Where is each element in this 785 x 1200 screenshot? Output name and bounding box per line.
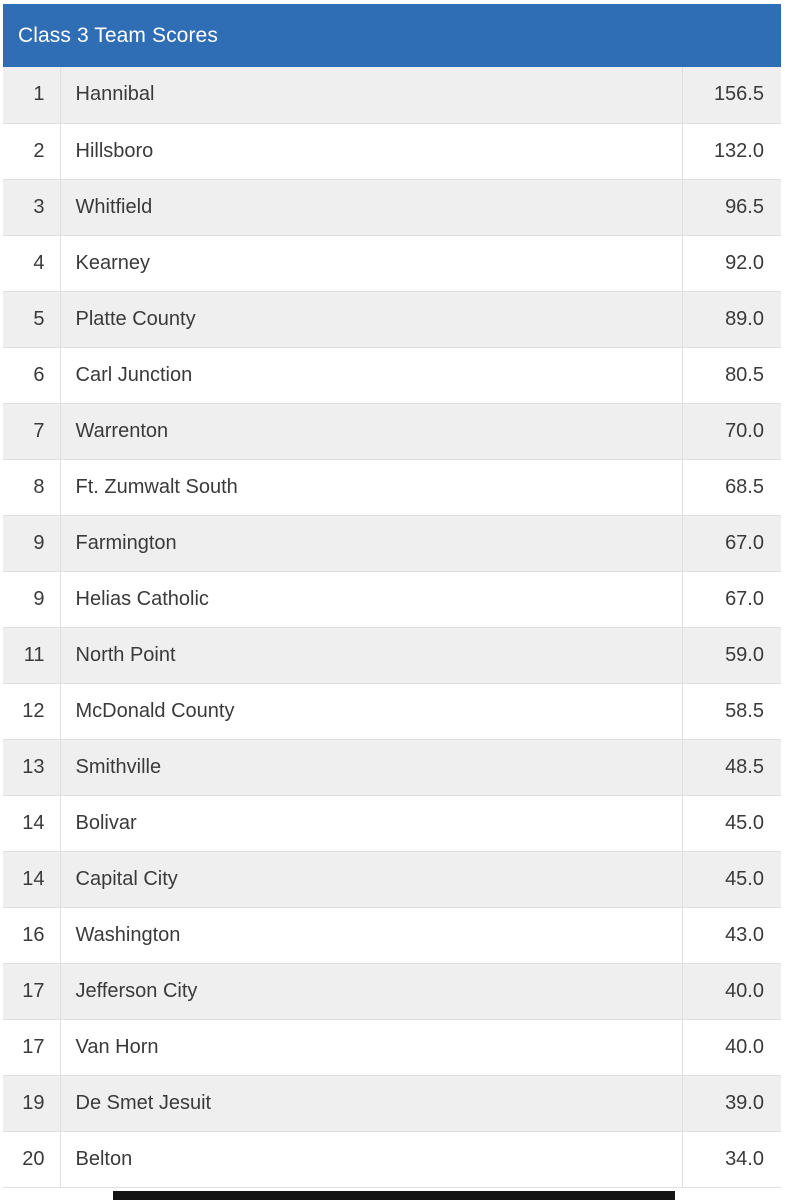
rank-cell: 4 (3, 235, 61, 292)
team-name-cell: Hannibal (60, 67, 683, 124)
team-name-cell: Washington (60, 907, 683, 964)
team-name-cell: Kearney (60, 235, 683, 292)
rank-cell: 1 (3, 67, 61, 124)
score-cell: 80.5 (682, 347, 781, 404)
rank-cell: 20 (3, 1131, 61, 1188)
rank-cell: 12 (3, 683, 61, 740)
score-cell: 48.5 (682, 739, 781, 796)
score-cell: 96.5 (682, 179, 781, 236)
score-cell: 92.0 (682, 235, 781, 292)
rank-cell: 6 (3, 347, 61, 404)
horizontal-scrollbar-thumb[interactable] (113, 1191, 675, 1200)
score-cell: 132.0 (682, 123, 781, 180)
team-name-cell: Helias Catholic (60, 571, 683, 628)
score-cell: 39.0 (682, 1075, 781, 1132)
team-name-cell: De Smet Jesuit (60, 1075, 683, 1132)
team-name-cell: Whitfield (60, 179, 683, 236)
score-cell: 43.0 (682, 907, 781, 964)
team-name-cell: Warrenton (60, 403, 683, 460)
rank-cell: 7 (3, 403, 61, 460)
team-name-cell: Ft. Zumwalt South (60, 459, 683, 516)
rank-cell: 14 (3, 851, 61, 908)
team-scores-body: 1 Hannibal 156.5 2 Hillsboro 132.0 3 Whitfield 9… (3, 67, 781, 1188)
table-row: 17 Van Horn 40.0 (3, 1019, 781, 1076)
horizontal-scrollbar-track[interactable] (0, 1189, 785, 1200)
table-row: 14 Bolivar 45.0 (3, 795, 781, 852)
score-cell: 45.0 (682, 795, 781, 852)
team-name-cell: Bolivar (60, 795, 683, 852)
table-row: 16 Washington 43.0 (3, 907, 781, 964)
rank-cell: 11 (3, 627, 61, 684)
rank-cell: 5 (3, 291, 61, 348)
table-row: 11 North Point 59.0 (3, 627, 781, 684)
team-name-cell: Belton (60, 1131, 683, 1188)
team-name-cell: Farmington (60, 515, 683, 572)
score-cell: 34.0 (682, 1131, 781, 1188)
rank-cell: 16 (3, 907, 61, 964)
score-cell: 68.5 (682, 459, 781, 516)
page-root: Class 3 Team Scores 1 Hannibal 156.5 2 Hills… (0, 0, 785, 1200)
score-cell: 59.0 (682, 627, 781, 684)
table-row: 7 Warrenton 70.0 (3, 403, 781, 460)
table-row: 1 Hannibal 156.5 (3, 67, 781, 124)
table-row: 13 Smithville 48.5 (3, 739, 781, 796)
table-header-bar: Class 3 Team Scores (3, 4, 781, 67)
team-name-cell: Smithville (60, 739, 683, 796)
table-row: 9 Helias Catholic 67.0 (3, 571, 781, 628)
rank-cell: 19 (3, 1075, 61, 1132)
table-row: 6 Carl Junction 80.5 (3, 347, 781, 404)
score-cell: 156.5 (682, 67, 781, 124)
team-name-cell: Van Horn (60, 1019, 683, 1076)
rank-cell: 9 (3, 515, 61, 572)
table-row: 3 Whitfield 96.5 (3, 179, 781, 236)
team-name-cell: Platte County (60, 291, 683, 348)
score-cell: 89.0 (682, 291, 781, 348)
scores-card: Class 3 Team Scores 1 Hannibal 156.5 2 Hills… (3, 4, 781, 1188)
rank-cell: 17 (3, 963, 61, 1020)
rank-cell: 2 (3, 123, 61, 180)
page-title: Class 3 Team Scores (18, 24, 218, 47)
team-scores-table: 1 Hannibal 156.5 2 Hillsboro 132.0 3 Whitfield 9… (3, 67, 781, 1188)
score-cell: 67.0 (682, 571, 781, 628)
rank-cell: 8 (3, 459, 61, 516)
team-name-cell: Carl Junction (60, 347, 683, 404)
score-cell: 67.0 (682, 515, 781, 572)
score-cell: 45.0 (682, 851, 781, 908)
team-name-cell: McDonald County (60, 683, 683, 740)
team-name-cell: Capital City (60, 851, 683, 908)
table-row: 8 Ft. Zumwalt South 68.5 (3, 459, 781, 516)
table-row: 20 Belton 34.0 (3, 1131, 781, 1188)
team-name-cell: North Point (60, 627, 683, 684)
table-row: 12 McDonald County 58.5 (3, 683, 781, 740)
score-cell: 40.0 (682, 1019, 781, 1076)
table-row: 17 Jefferson City 40.0 (3, 963, 781, 1020)
table-row: 19 De Smet Jesuit 39.0 (3, 1075, 781, 1132)
team-name-cell: Hillsboro (60, 123, 683, 180)
table-row: 14 Capital City 45.0 (3, 851, 781, 908)
score-cell: 70.0 (682, 403, 781, 460)
table-row: 2 Hillsboro 132.0 (3, 123, 781, 180)
table-row: 4 Kearney 92.0 (3, 235, 781, 292)
table-row: 9 Farmington 67.0 (3, 515, 781, 572)
score-cell: 40.0 (682, 963, 781, 1020)
rank-cell: 17 (3, 1019, 61, 1076)
rank-cell: 3 (3, 179, 61, 236)
rank-cell: 13 (3, 739, 61, 796)
team-name-cell: Jefferson City (60, 963, 683, 1020)
table-row: 5 Platte County 89.0 (3, 291, 781, 348)
score-cell: 58.5 (682, 683, 781, 740)
rank-cell: 9 (3, 571, 61, 628)
rank-cell: 14 (3, 795, 61, 852)
